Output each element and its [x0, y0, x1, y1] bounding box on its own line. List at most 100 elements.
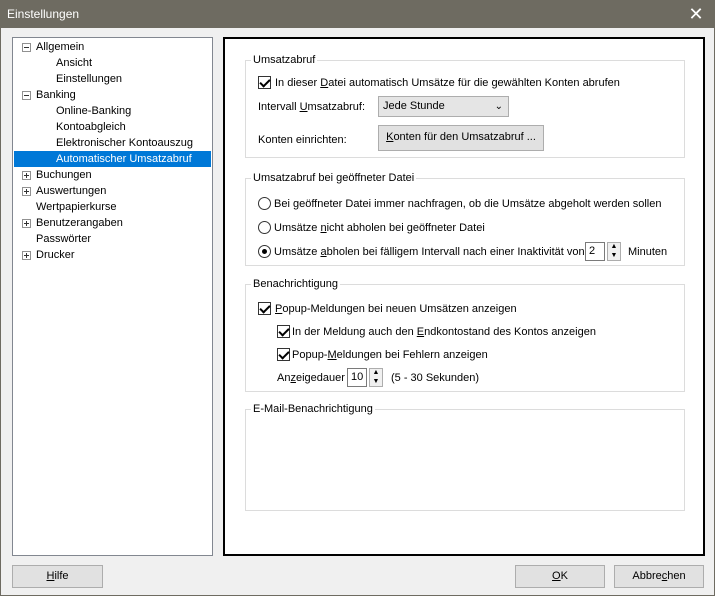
tree-item-label: Passwörter	[36, 233, 92, 245]
auto-abruf-label[interactable]: In dieser Datei automatisch Umsätze für …	[275, 75, 620, 91]
endkontostand-checkbox[interactable]	[277, 325, 290, 338]
tree-item-automatischer-umsatzabruf[interactable]: Automatischer Umsatzabruf	[14, 151, 211, 167]
tree-item-drucker[interactable]: Drucker	[36, 247, 75, 263]
chevron-up-icon[interactable]: ▲	[370, 369, 382, 377]
help-button[interactable]: Hilfe	[12, 565, 103, 588]
tree-item-label: Banking	[36, 89, 76, 101]
radio-nachfragen-label[interactable]: Bei geöffneter Datei immer nachfragen, o…	[274, 196, 662, 212]
anzeigedauer-input[interactable]: 10	[347, 368, 367, 387]
minutes-input[interactable]: 2	[585, 242, 605, 261]
label-part: O	[552, 570, 561, 582]
tree-item-label: Online-Banking	[56, 105, 132, 117]
label-part: E	[416, 326, 425, 338]
label-part: M	[327, 349, 337, 361]
anzeigedauer-range: (5 - 30 Sekunden)	[391, 372, 480, 384]
label-part: onten für den Umsatzabruf ...	[393, 131, 536, 143]
label-part: Umsätze	[274, 246, 321, 258]
expand-icon[interactable]	[22, 187, 31, 196]
label-part: ilfe	[54, 570, 69, 582]
tree-item-label: Wertpapierkurse	[36, 201, 117, 213]
tree-item-online-banking[interactable]: Online-Banking	[56, 103, 131, 119]
label-part: Intervall	[258, 101, 300, 113]
close-icon[interactable]: ✕	[684, 1, 708, 28]
label-part: eldungen bei Fehlern anzeigen	[336, 349, 488, 361]
chevron-down-icon[interactable]: ▼	[370, 378, 382, 386]
tree-item-buchungen[interactable]: Buchungen	[36, 167, 92, 183]
radio-nicht-abholen-label[interactable]: Umsätze nicht abholen bei geöffneter Dat…	[274, 220, 485, 236]
minutes-stepper[interactable]: ▲ ▼	[607, 242, 621, 261]
ok-button[interactable]: OK	[515, 565, 605, 588]
anzeigedauer-label: Anzeigedauer	[277, 370, 345, 386]
fehler-checkbox[interactable]	[277, 348, 290, 361]
radio-abholen-label[interactable]: Umsätze abholen bei fälligem Intervall n…	[274, 244, 585, 260]
group-title: Benachrichtigung	[251, 277, 341, 291]
label-part: ndkontostand des Kontos anzeigen	[424, 326, 596, 338]
anzeigedauer-stepper[interactable]: ▲ ▼	[369, 368, 383, 387]
tree-item-allgemein[interactable]: Allgemein	[36, 39, 84, 55]
chevron-down-icon: ⌄	[494, 101, 503, 112]
tree-item-label: Elektronischer Kontoauszug	[56, 137, 193, 149]
tree-item-benutzerangaben[interactable]: Benutzerangaben	[36, 215, 123, 231]
label-part: In der Meldung auch den	[292, 326, 417, 338]
popup-checkbox[interactable]	[258, 302, 271, 315]
expand-icon[interactable]	[22, 219, 31, 228]
tree-item-label: Einstellungen	[56, 73, 123, 85]
settings-window: Einstellungen ✕ Allgemein Ansicht Einste…	[0, 0, 715, 596]
tree-item-wertpapierkurse[interactable]: Wertpapierkurse	[36, 199, 117, 215]
interval-select[interactable]: Jede Stunde ⌄	[378, 96, 509, 117]
tree-item-passwoerter[interactable]: Passwörter	[36, 231, 91, 247]
group-benachrichtigung: Benachrichtigung Popup-Meldungen bei neu…	[245, 277, 685, 392]
tree-item-label: Allgemein	[36, 41, 85, 53]
tree-item-ansicht[interactable]: Ansicht	[56, 55, 92, 71]
label-part: Umsätze	[274, 222, 321, 234]
tree-item-banking[interactable]: Banking	[36, 87, 76, 103]
label-part: Popup-	[292, 349, 328, 361]
tree-item-label: Auswertungen	[36, 185, 107, 197]
tree-item-auswertungen[interactable]: Auswertungen	[36, 183, 106, 199]
tree-item-elektronischer-kontoauszug[interactable]: Elektronischer Kontoauszug	[56, 135, 193, 151]
label-part: Bei	[274, 198, 293, 210]
label-part: hen	[667, 570, 686, 582]
konten-einrichten-button[interactable]: Konten für den Umsatzabruf ...	[378, 125, 544, 151]
tree-item-label: Ansicht	[56, 57, 93, 69]
expand-icon[interactable]	[22, 251, 31, 260]
tree-item-einstellungen[interactable]: Einstellungen	[56, 71, 122, 87]
label-part: An	[277, 372, 291, 384]
group-email: E-Mail-Benachrichtigung	[245, 402, 685, 511]
konten-label: Konten einrichten:	[258, 134, 347, 146]
tree-item-label: Benutzerangaben	[36, 217, 123, 229]
radio-nicht-abholen[interactable]	[258, 221, 271, 234]
cancel-button[interactable]: Abbrechen	[614, 565, 704, 588]
group-title: Umsatzabruf	[251, 53, 318, 67]
label-part: msatzabruf:	[307, 101, 365, 113]
popup-label[interactable]: Popup-Meldungen bei neuen Umsätzen anzei…	[275, 301, 517, 317]
label-part: K	[560, 570, 568, 582]
chevron-down-icon[interactable]: ▼	[608, 252, 620, 260]
expand-icon[interactable]	[22, 171, 31, 180]
interval-value: Jede Stunde	[383, 100, 445, 112]
label-part: eigedauer	[295, 372, 345, 384]
minutes-unit: Minuten	[628, 246, 668, 258]
label-part: D	[320, 77, 329, 89]
collapse-icon[interactable]	[22, 43, 31, 52]
tree-item-label: Drucker	[36, 249, 75, 261]
auto-abruf-checkbox[interactable]	[258, 76, 271, 89]
label-part: eöffneter Datei immer nachfragen, ob die…	[299, 198, 662, 210]
chevron-up-icon[interactable]: ▲	[608, 243, 620, 251]
endkontostand-label[interactable]: In der Meldung auch den Endkontostand de…	[292, 324, 596, 340]
fehler-label[interactable]: Popup-Meldungen bei Fehlern anzeigen	[292, 347, 488, 363]
radio-nachfragen[interactable]	[258, 197, 271, 210]
radio-abholen-inaktivitaet[interactable]	[258, 245, 271, 258]
label-part: opup-Meldungen bei neuen Umsätzen anzeig…	[282, 303, 517, 315]
tree-item-label: Automatischer Umsatzabruf	[56, 153, 192, 165]
settings-tree[interactable]: Allgemein Ansicht Einstellungen Banking …	[12, 37, 213, 556]
label-part: U	[299, 101, 308, 113]
group-title: E-Mail-Benachrichtigung	[251, 402, 375, 416]
title-bar: Einstellungen ✕	[1, 1, 714, 28]
tree-item-kontoabgleich[interactable]: Kontoabgleich	[56, 119, 126, 135]
tree-item-label: Kontoabgleich	[56, 121, 126, 133]
settings-panel: Umsatzabruf In dieser Datei automatisch …	[223, 37, 705, 556]
label-part: icht abholen bei geöffneter Datei	[326, 222, 485, 234]
tree-item-label: Buchungen	[36, 169, 92, 181]
collapse-icon[interactable]	[22, 91, 31, 100]
